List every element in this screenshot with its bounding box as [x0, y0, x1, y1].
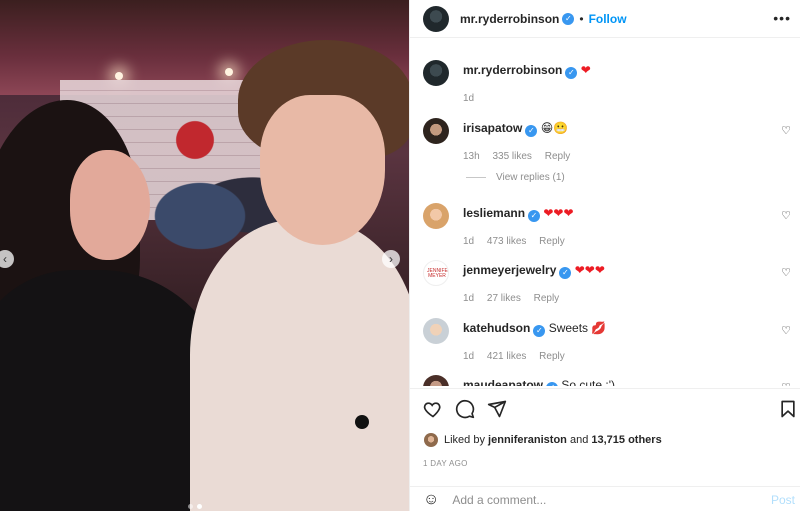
comment-username[interactable]: irisapatow [463, 121, 522, 135]
avatar[interactable] [423, 318, 449, 344]
photo-man-face [260, 95, 385, 245]
chevron-right-icon[interactable]: › [382, 250, 400, 268]
comment-line: katehudson ✓ Sweets 💋 [463, 321, 606, 337]
comment-meta: 1d 27 likes Reply [463, 293, 569, 304]
avatar[interactable] [423, 60, 449, 86]
liked-by-prefix: Liked by [444, 434, 485, 446]
photo-light [115, 72, 123, 80]
reply-button[interactable]: Reply [539, 236, 565, 247]
post-date[interactable]: 1 DAY AGO [423, 459, 468, 468]
comment-meta: 1d 473 likes Reply [463, 236, 575, 247]
comment-text: ❤❤❤ [574, 263, 605, 277]
caption-line: mr.ryderrobinson ✓ ❤ [463, 63, 591, 79]
avatar-logo-text: JENNIFER MEYER [427, 268, 448, 279]
carousel-dot-active [197, 504, 202, 509]
comment-username[interactable]: lesliemann [463, 206, 525, 220]
comment-line: lesliemann ✓ ❤❤❤ [463, 206, 574, 222]
comment-line: irisapatow ✓ 😁😬 [463, 121, 568, 137]
comment-line: maudeapatow✓ So cute :') [463, 378, 615, 386]
comment-likes[interactable]: 335 likes [492, 151, 531, 162]
post-header: mr.ryderrobinson ✓ • Follow ••• [410, 0, 800, 38]
more-options-icon[interactable]: ••• [773, 10, 791, 26]
heart-icon[interactable]: ♡ [781, 124, 791, 137]
reply-button[interactable]: Reply [534, 293, 560, 304]
heart-icon[interactable]: ♡ [781, 324, 791, 337]
verified-badge-icon: ✓ [562, 12, 575, 25]
comment-username[interactable]: maudeapatow [463, 378, 543, 386]
heart-icon[interactable] [423, 399, 443, 419]
reply-button[interactable]: Reply [545, 151, 571, 162]
carousel-dot [188, 504, 193, 509]
verified-badge-icon: ✓ [559, 267, 572, 279]
comment-time[interactable]: 1d [463, 293, 474, 304]
avatar[interactable] [423, 375, 449, 386]
comment-username[interactable]: jenmeyerjewelry [463, 263, 556, 277]
comment-meta: 13h 335 likes Reply [463, 151, 580, 162]
avatar[interactable] [423, 118, 449, 144]
heart-icon[interactable]: ♡ [781, 209, 791, 222]
heart-icon[interactable]: ♡ [781, 266, 791, 279]
avatar[interactable] [423, 203, 449, 229]
comment-likes[interactable]: 27 likes [487, 293, 521, 304]
liked-by-and: and [569, 434, 589, 446]
photo-light [225, 68, 233, 76]
comment-time[interactable]: 1d [463, 236, 474, 247]
comment-input[interactable]: Add a comment... [452, 493, 546, 507]
photo-man-shirt [190, 220, 409, 511]
comment-likes[interactable]: 421 likes [487, 351, 526, 362]
view-replies-button[interactable]: View replies (1) [466, 172, 565, 183]
verified-badge-icon: ✓ [528, 210, 541, 222]
bookmark-icon[interactable] [779, 399, 797, 419]
liked-by-user[interactable]: jenniferaniston [488, 434, 567, 446]
comment-time[interactable]: 1d [463, 351, 474, 362]
add-comment-bar: ☺ Add a comment... Post [410, 486, 800, 511]
separator-dot: • [579, 11, 584, 26]
comment-likes[interactable]: 473 likes [487, 236, 526, 247]
verified-badge-icon: ✓ [533, 325, 546, 337]
caption-time[interactable]: 1d [463, 93, 474, 104]
smile-icon[interactable]: ☺ [423, 491, 439, 509]
comments-list[interactable]: mr.ryderrobinson ✓ ❤ 1d irisapatow ✓ 😁😬 13… [410, 48, 800, 386]
comment-line: jenmeyerjewelry ✓ ❤❤❤ [463, 263, 605, 279]
author-username[interactable]: mr.ryderrobinson [460, 12, 559, 26]
verified-badge-icon: ✓ [525, 125, 538, 137]
post-photo[interactable]: ‹ › [0, 0, 409, 511]
caption-text: ❤ [580, 63, 591, 77]
avatar[interactable] [424, 433, 438, 447]
follow-button[interactable]: Follow [589, 12, 627, 26]
avatar[interactable]: JENNIFER MEYER [423, 260, 449, 286]
comment-text: ❤❤❤ [543, 206, 574, 220]
photo-necklace-pendant [355, 415, 369, 429]
likes-summary: Liked by jenniferaniston and 13,715 othe… [424, 433, 662, 447]
post-comment-button[interactable]: Post [771, 493, 795, 507]
comment-text: So cute :') [561, 378, 616, 386]
heart-icon[interactable]: ♡ [781, 381, 791, 386]
avatar[interactable] [423, 5, 449, 32]
send-icon[interactable] [487, 399, 507, 419]
photo-woman-face [70, 150, 150, 260]
post-actions: Liked by jenniferaniston and 13,715 othe… [410, 388, 800, 511]
verified-badge-icon: ✓ [546, 382, 559, 386]
comment-text: Sweets 💋 [548, 321, 607, 335]
caption-username[interactable]: mr.ryderrobinson [463, 63, 562, 77]
verified-badge-icon: ✓ [565, 67, 578, 79]
comment-text: 😁😬 [540, 121, 569, 135]
reply-button[interactable]: Reply [539, 351, 565, 362]
comment-username[interactable]: katehudson [463, 321, 530, 335]
comment-time[interactable]: 13h [463, 151, 480, 162]
post-details-panel: mr.ryderrobinson ✓ • Follow ••• mr.ryder… [409, 0, 800, 511]
comment-icon[interactable] [455, 399, 475, 419]
carousel-dots [188, 504, 202, 509]
comment-meta: 1d 421 likes Reply [463, 351, 575, 362]
caption-meta: 1d [463, 93, 484, 104]
likes-count[interactable]: 13,715 others [591, 434, 661, 446]
